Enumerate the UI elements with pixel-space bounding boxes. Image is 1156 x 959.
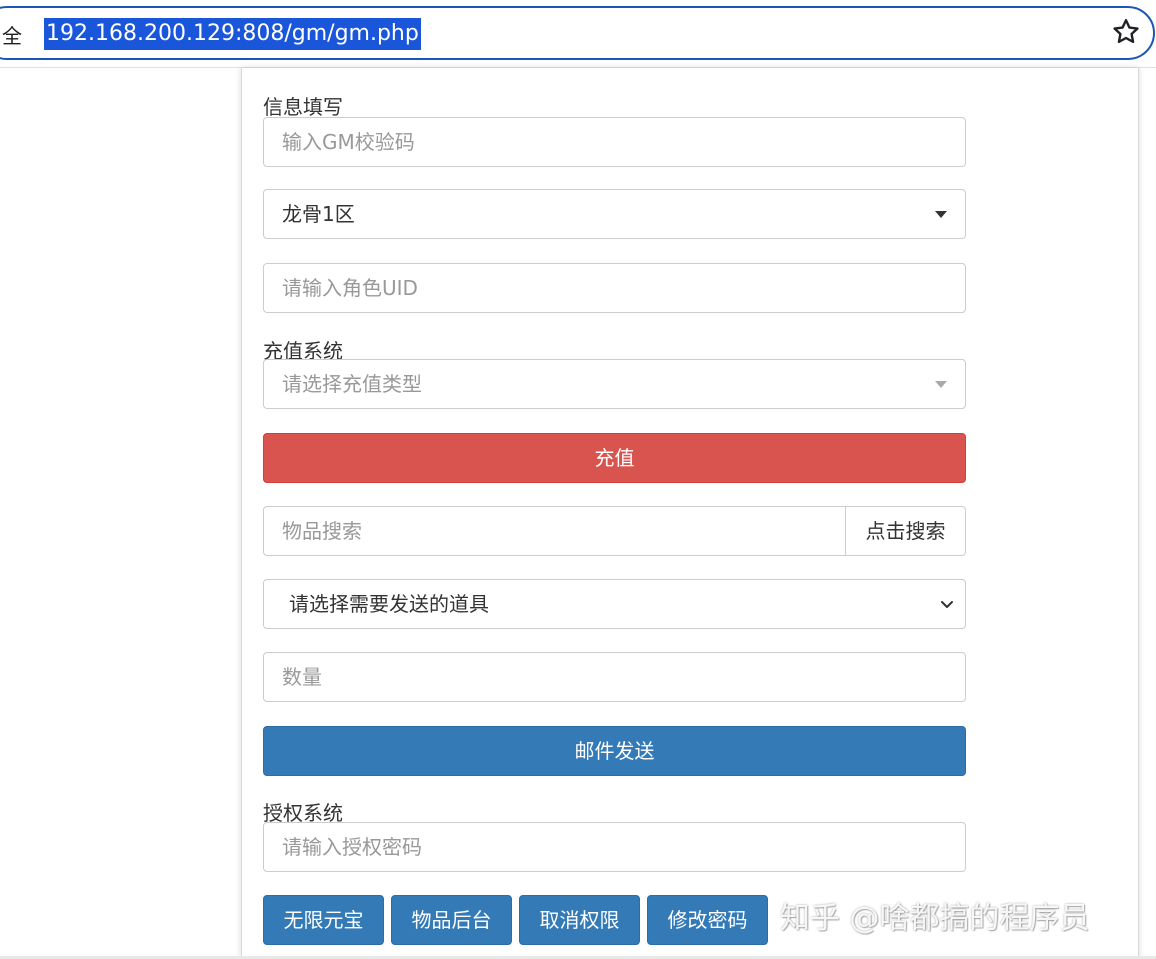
- recharge-type-placeholder: 请选择充值类型: [282, 372, 422, 396]
- mail-send-button[interactable]: 邮件发送: [263, 726, 966, 776]
- change-password-button[interactable]: 修改密码: [647, 895, 768, 945]
- quantity-input[interactable]: 数量: [263, 652, 966, 702]
- revoke-permission-button[interactable]: 取消权限: [519, 895, 640, 945]
- item-search-button[interactable]: 点击搜索: [845, 506, 966, 556]
- watermark: 知乎 @啥都搞的程序员: [780, 901, 1090, 936]
- info-section-label: 信息填写: [263, 95, 343, 119]
- unlimited-gold-button[interactable]: 无限元宝: [263, 895, 384, 945]
- item-select-value: 请选择需要发送的道具: [289, 592, 489, 616]
- bookmark-star-icon[interactable]: [1110, 16, 1142, 48]
- gm-code-input[interactable]: 输入GM校验码: [263, 117, 966, 167]
- recharge-type-select[interactable]: 请选择充值类型: [263, 359, 966, 409]
- server-select[interactable]: 龙骨1区: [263, 189, 966, 239]
- item-search-input[interactable]: 物品搜索: [263, 506, 846, 556]
- uid-input[interactable]: 请输入角色UID: [263, 263, 966, 313]
- auth-password-input[interactable]: 请输入授权密码: [263, 822, 966, 872]
- url-text[interactable]: 192.168.200.129:808/gm/gm.php: [44, 18, 421, 50]
- browser-toolbar: 全 192.168.200.129:808/gm/gm.php: [0, 0, 1156, 68]
- server-select-value: 龙骨1区: [282, 202, 355, 226]
- caret-down-icon: [935, 211, 947, 218]
- recharge-button[interactable]: 充值: [263, 433, 966, 483]
- item-backend-button[interactable]: 物品后台: [391, 895, 512, 945]
- caret-down-icon: [935, 381, 947, 388]
- item-select[interactable]: 请选择需要发送的道具: [263, 579, 966, 629]
- chevron-down-icon: [941, 601, 953, 608]
- security-label[interactable]: 全: [2, 20, 22, 49]
